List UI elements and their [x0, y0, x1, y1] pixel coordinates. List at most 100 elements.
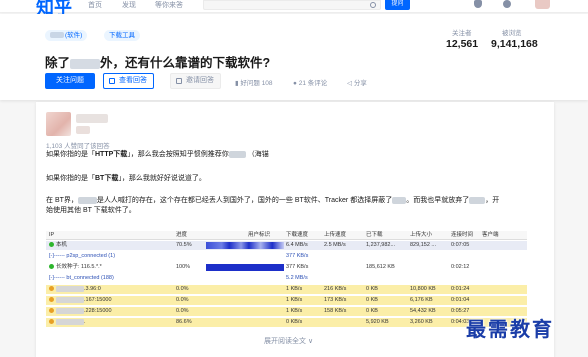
- p2-bold: BT下载: [95, 175, 119, 182]
- p3-text-d: ，开: [485, 197, 500, 204]
- good-question-label: 好问题 108: [240, 80, 273, 87]
- notification-bell-icon[interactable]: [474, 0, 482, 8]
- status-dot-icon: [49, 319, 54, 325]
- cell-downloaded: 0 KB: [366, 297, 378, 303]
- cell-downloaded: 0 KB: [366, 308, 378, 314]
- question-header: (软件) 下载工具 除了 外，还有什么靠谱的下载软件? 关注者 12,561 被浏…: [0, 14, 588, 100]
- status-dot-icon: [49, 242, 54, 248]
- cell-progress: 0.0%: [176, 286, 189, 292]
- blurred-text: [50, 32, 64, 39]
- cell-up: 216 KB/s: [324, 286, 347, 292]
- topic-tag-label: (软件): [65, 32, 83, 39]
- invite-answer-button[interactable]: 邀请回答: [170, 73, 221, 89]
- nav-discover[interactable]: 发现: [122, 0, 136, 10]
- cell-uploaded: 10,800 KB: [410, 286, 436, 292]
- cell-time: 0:02:12: [451, 264, 470, 270]
- cell-uploaded: 829,152 ...: [410, 242, 436, 248]
- cell-ip-text: [-]------ p2sp_connected (1): [49, 253, 116, 259]
- invite-icon: [176, 78, 182, 84]
- comments-button[interactable]: ● 21 条评论: [293, 77, 327, 87]
- cell-down: 6.4 MB/s: [286, 242, 308, 248]
- table-row: .167:15000 0.0% 1 KB/s 173 KB/s 0 KB 6,176 KB…: [46, 296, 527, 305]
- search-icon[interactable]: [370, 2, 376, 8]
- p3-text-c: 。而我也早就放弃了: [406, 197, 470, 204]
- views-count: 9,141,168: [491, 38, 538, 50]
- topic-tag-download-tool[interactable]: 下载工具: [104, 30, 140, 41]
- author-name-blurred[interactable]: [76, 114, 108, 123]
- view-answers-button[interactable]: 查看回答: [103, 73, 154, 89]
- cell-downloaded: 185,612 KB: [366, 264, 395, 270]
- table-row: 本机 70.5% 6.4 MB/s 2.5 MB/s 1,237,982... 829,1…: [46, 241, 527, 250]
- comments-label: 21 条评论: [298, 80, 328, 87]
- p3-text-a: 在 BT界，: [46, 197, 78, 204]
- answer-paragraph-2: 如果你指的是「BT下载」，那么我就好好说说道了。: [46, 174, 206, 184]
- blurred-text: [70, 58, 101, 69]
- header-progress: 进度: [176, 232, 188, 238]
- ask-question-button[interactable]: 提问: [385, 0, 410, 10]
- title-suffix: 外，还有什么靠谱的下载软件?: [100, 56, 271, 70]
- cell-downloaded: 5,920 KB: [366, 319, 389, 325]
- cell-ip-text: 本机: [56, 242, 68, 248]
- p2-text-b: 」，那么我就好好说说道了。: [118, 175, 206, 182]
- view-answers-label: 查看回答: [119, 77, 147, 84]
- question-title: 除了 外，还有什么靠谱的下载软件?: [45, 52, 270, 71]
- table-row: [-]------ bt_connected (188) 5.2 MB/s: [46, 274, 527, 283]
- answer-paragraph-3: 在 BT界， 是人人喊打的存在，这个存在都已经丢人到国外了，国外的一些 BT软件、…: [46, 196, 546, 216]
- user-avatar[interactable]: [535, 0, 550, 9]
- status-dot-icon: [49, 286, 54, 292]
- p1-text-c: （海锚: [247, 151, 269, 158]
- cell-ip: .228:15000: [49, 307, 112, 316]
- message-icon[interactable]: [503, 0, 511, 8]
- top-navigation-bar: 知乎 首页 发现 等你来答 提问: [0, 0, 588, 18]
- cell-progress: 86.6%: [176, 319, 192, 325]
- author-avatar[interactable]: [46, 112, 71, 136]
- header-ip: IP: [49, 232, 55, 238]
- cell-ip-text: .167:15000: [84, 297, 112, 303]
- header-upload-speed: 上传速度: [324, 232, 347, 238]
- followers-label: 关注者: [452, 30, 472, 37]
- cell-ip: [-]------ bt_connected (188): [49, 274, 114, 283]
- cell-ip-text: [-]------ bt_connected (188): [49, 275, 114, 281]
- progress-bar: [206, 242, 284, 249]
- cell-down: 0 KB/s: [286, 319, 303, 325]
- cell-up: 173 KB/s: [324, 297, 347, 303]
- cell-ip-text: .228:15000: [84, 308, 112, 314]
- cell-uploaded: 54,432 KB: [410, 308, 436, 314]
- cell-ip: 长效种子: 116.5.*.*: [49, 263, 102, 272]
- cell-down: 1 KB/s: [286, 308, 303, 314]
- cell-time: 0:01:04: [451, 297, 470, 303]
- views-label: 被浏览: [502, 30, 522, 37]
- cell-progress: 70.5%: [176, 242, 192, 248]
- cell-ip: 本机: [49, 241, 67, 250]
- blurred-text: [228, 150, 246, 158]
- title-prefix: 除了: [45, 56, 71, 70]
- header-uploaded: 上传大小: [410, 232, 433, 238]
- table-header-row: IP 进度 用户标识 下载速度 上传速度 已下载 上传大小 连接时间 客户端: [46, 231, 527, 240]
- share-button[interactable]: ◁ 分享: [347, 77, 367, 87]
- p1-text-b: 」，那么我会按照知乎惯例推荐你: [127, 151, 229, 158]
- author-headline-blurred: [76, 126, 90, 134]
- cell-down: 1 KB/s: [286, 286, 303, 292]
- table-row: .3.96:0 0.0% 1 KB/s 216 KB/s 0 KB 10,800 KB 0:…: [46, 285, 527, 294]
- topic-tag-software[interactable]: (软件): [45, 30, 88, 41]
- header-downloaded: 已下载: [366, 232, 383, 238]
- blurred-ip: [56, 307, 84, 314]
- blurred-text: [77, 196, 97, 204]
- cell-uploaded: 6,176 KB: [410, 297, 433, 303]
- cell-up: 2.5 MB/s: [324, 242, 346, 248]
- header-download-speed: 下载速度: [286, 232, 309, 238]
- follow-question-button[interactable]: 关注问题: [45, 73, 95, 89]
- cell-down: 5.2 MB/s: [286, 275, 308, 281]
- search-input[interactable]: [203, 0, 381, 10]
- table-row: 长效种子: 116.5.*.* 100% 377 KB/s 185,612 KB 0:0…: [46, 263, 527, 272]
- nav-home[interactable]: 首页: [88, 0, 102, 10]
- nav-waiting-answers[interactable]: 等你来答: [155, 0, 183, 10]
- cell-progress: 0.0%: [176, 308, 189, 314]
- blurred-ip: [56, 285, 84, 292]
- expand-read-full-button[interactable]: 展开阅读全文 ∨: [264, 336, 313, 346]
- p3-text-b: 是人人喊打的存在，这个存在都已经丢人到国外了，国外的一些 BT软件、Tracke…: [96, 197, 393, 204]
- cell-downloaded: 1,237,982...: [366, 242, 396, 248]
- cell-ip: [-]------ p2sp_connected (1): [49, 252, 115, 261]
- cell-uploaded: 3,260 KB: [410, 319, 433, 325]
- good-question-button[interactable]: ▮ 好问题 108: [235, 77, 273, 87]
